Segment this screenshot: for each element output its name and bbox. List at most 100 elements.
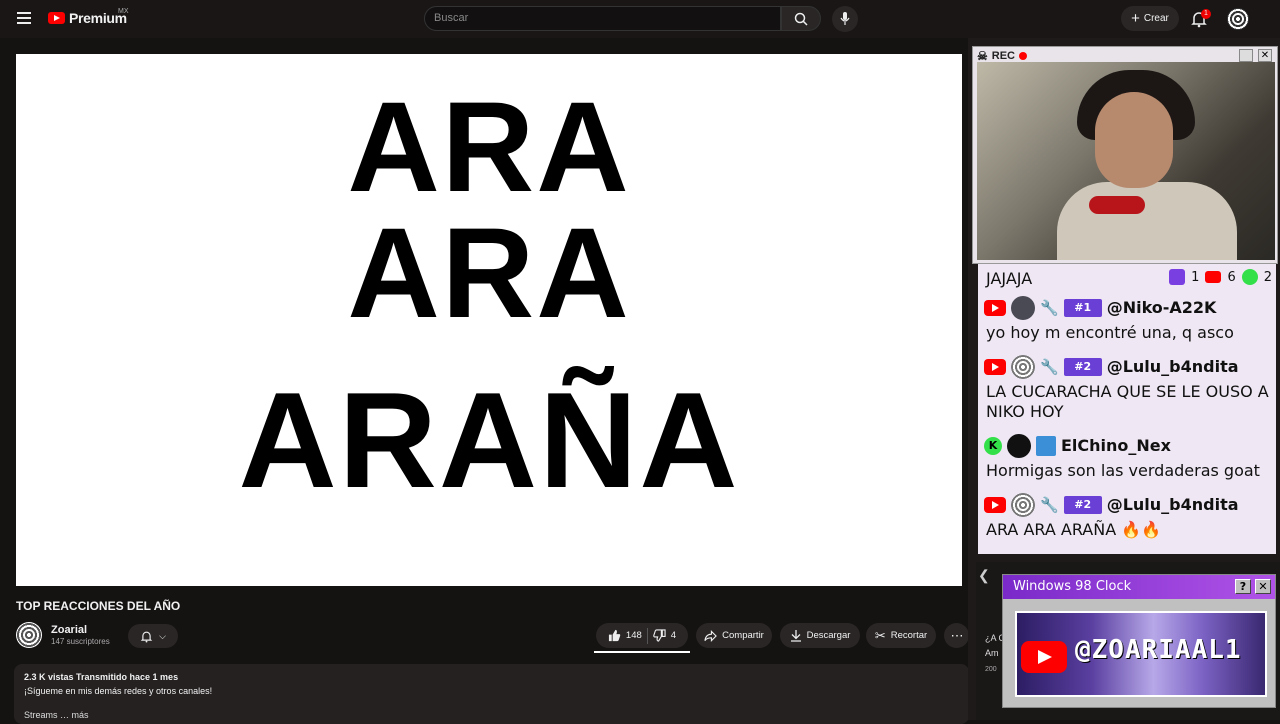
rank-text: #1	[1074, 301, 1092, 314]
create-button[interactable]: + Crear	[1121, 6, 1179, 31]
more-dots-icon: ⋯	[950, 627, 964, 643]
kick-icon	[1241, 269, 1258, 285]
like-divider	[646, 627, 648, 644]
related-meta-fragment: 200	[985, 666, 997, 673]
chat-username: @Lulu_b4ndita	[1106, 495, 1239, 514]
minimize-button[interactable]	[1239, 49, 1253, 62]
view-stats: 2.3 K vistas Transmitido hace 1 mes	[24, 672, 179, 682]
youtube-logo[interactable]: Premium MX	[48, 8, 129, 26]
webcam-feed	[977, 62, 1275, 260]
twitch-count: 1	[1191, 269, 1200, 285]
chat-username: @Niko-A22K	[1106, 298, 1217, 317]
subscriber-count: 147 suscriptores	[51, 637, 110, 646]
download-button[interactable]: Descargar	[780, 623, 860, 648]
video-player[interactable]: ARA ARA ARAÑA	[16, 54, 962, 586]
channel-handle: @ZOARIAAL1	[1075, 635, 1242, 665]
chat-header-text: JAJAJA	[986, 268, 1033, 288]
like-ratio-bar	[594, 651, 690, 653]
notification-badge: 1	[1201, 9, 1211, 19]
clip-label: Recortar	[890, 630, 928, 641]
youtube-count: 6	[1227, 269, 1236, 285]
chat-message-text: ARA ARA ARAÑA 🔥🔥	[986, 520, 1162, 539]
dislike-count: 4	[670, 630, 677, 641]
video-text-line-2: ARA	[347, 202, 631, 345]
video-title: TOP REACCIONES DEL AÑO	[16, 599, 181, 613]
subscription-bell-button[interactable]: ⌵	[128, 624, 178, 648]
chat-overlay: JAJAJA 1 6 2 🔧 #1 @Niko-A22K yo hoy m en…	[978, 264, 1276, 554]
clock-display: @ZOARIAAL1	[1015, 611, 1267, 697]
create-label: Crear	[1143, 13, 1169, 24]
video-text-line-3: ARAÑA	[238, 364, 740, 516]
rank-badge: #1	[1063, 298, 1102, 317]
chat-message-header: 🔧 #2 @Lulu_b4ndita	[978, 351, 1276, 382]
kick-count: 2	[1263, 269, 1272, 285]
chat-message-text: LA CUCARACHA QUE SE LE OUSO A NIKO HOY	[986, 382, 1269, 421]
hamburger-menu-icon[interactable]	[17, 12, 31, 24]
thumbs-down-icon	[653, 629, 666, 642]
youtube-icon	[984, 496, 1006, 513]
recording-dot-icon	[1019, 52, 1027, 60]
youtube-icon	[984, 299, 1006, 316]
webcam-person-body	[1057, 182, 1237, 260]
close-button[interactable]: ✕	[1255, 579, 1271, 594]
logo-region: MX	[118, 8, 129, 15]
chat-message-header: 🔧 #2 @Lulu_b4ndita	[978, 489, 1276, 520]
chat-message-text: Hormigas son las verdaderas goat	[986, 461, 1260, 480]
voice-search-button[interactable]	[832, 6, 858, 32]
kick-icon: K	[984, 436, 1002, 455]
microphone-icon	[840, 12, 850, 25]
like-count: 148	[625, 630, 642, 641]
close-button[interactable]: ✕	[1258, 49, 1272, 62]
dislike-button[interactable]: 4	[653, 629, 676, 642]
twitch-icon	[1169, 269, 1186, 285]
like-dislike-group: 148 4	[596, 623, 688, 648]
youtube-play-icon	[48, 12, 65, 24]
webcam-microphone	[1089, 196, 1145, 214]
thumbs-up-icon	[608, 629, 621, 642]
search-icon	[794, 12, 808, 26]
youtube-icon	[1205, 271, 1222, 283]
rank-badge: #2	[1063, 495, 1102, 514]
user-avatar	[1007, 433, 1031, 458]
youtube-icon	[984, 358, 1006, 375]
description-box[interactable]: 2.3 K vistas Transmitido hace 1 mes ¡Síg…	[14, 664, 969, 724]
chat-username: ElChino_Nex	[1061, 436, 1171, 455]
hammer-icon	[1036, 435, 1056, 456]
chat-message-header: K ElChino_Nex	[978, 430, 1276, 461]
chat-header: JAJAJA 1 6 2	[978, 264, 1276, 292]
rec-label: REC	[991, 50, 1015, 62]
user-avatar	[1011, 295, 1035, 320]
chat-message-header: 🔧 #1 @Niko-A22K	[978, 292, 1276, 323]
related-title-fragment[interactable]: Am	[985, 648, 999, 658]
account-avatar[interactable]	[1227, 8, 1249, 30]
wrench-icon: 🔧	[1040, 298, 1059, 317]
skull-icon: ☠	[977, 49, 988, 63]
user-avatar	[1011, 492, 1035, 517]
rank-text: #2	[1074, 498, 1092, 511]
wrench-icon: 🔧	[1040, 495, 1059, 514]
channel-avatar[interactable]	[16, 622, 42, 648]
chat-message-text: yo hoy m encontré una, q asco	[986, 323, 1234, 342]
rec-window: ☠ REC ✕	[972, 46, 1278, 264]
chevron-down-icon: ⌵	[159, 630, 166, 641]
search-input[interactable]: Buscar	[424, 6, 781, 31]
share-icon	[704, 629, 717, 642]
bell-icon	[140, 631, 153, 642]
download-label: Descargar	[806, 630, 851, 641]
download-icon	[790, 630, 801, 642]
help-button[interactable]: ?	[1235, 579, 1251, 594]
share-button[interactable]: Compartir	[696, 623, 772, 648]
clip-button[interactable]: ✂ Recortar	[866, 623, 936, 648]
webcam-person-face	[1095, 92, 1173, 188]
description-text: ¡Sígueme en mis demás redes y otros cana…	[24, 686, 213, 696]
channel-name[interactable]: Zoarial	[51, 624, 87, 636]
more-actions-button[interactable]: ⋯	[944, 623, 969, 648]
search-button[interactable]	[781, 6, 821, 31]
chevron-left-icon[interactable]: ❮	[978, 567, 992, 585]
description-more[interactable]: Streams … más	[24, 710, 959, 720]
top-bar: Premium MX Buscar + Crear 1	[0, 0, 1280, 38]
scissors-icon: ✂	[874, 627, 886, 643]
like-button[interactable]: 148	[608, 629, 642, 642]
user-avatar	[1011, 354, 1035, 379]
share-label: Compartir	[722, 630, 764, 641]
